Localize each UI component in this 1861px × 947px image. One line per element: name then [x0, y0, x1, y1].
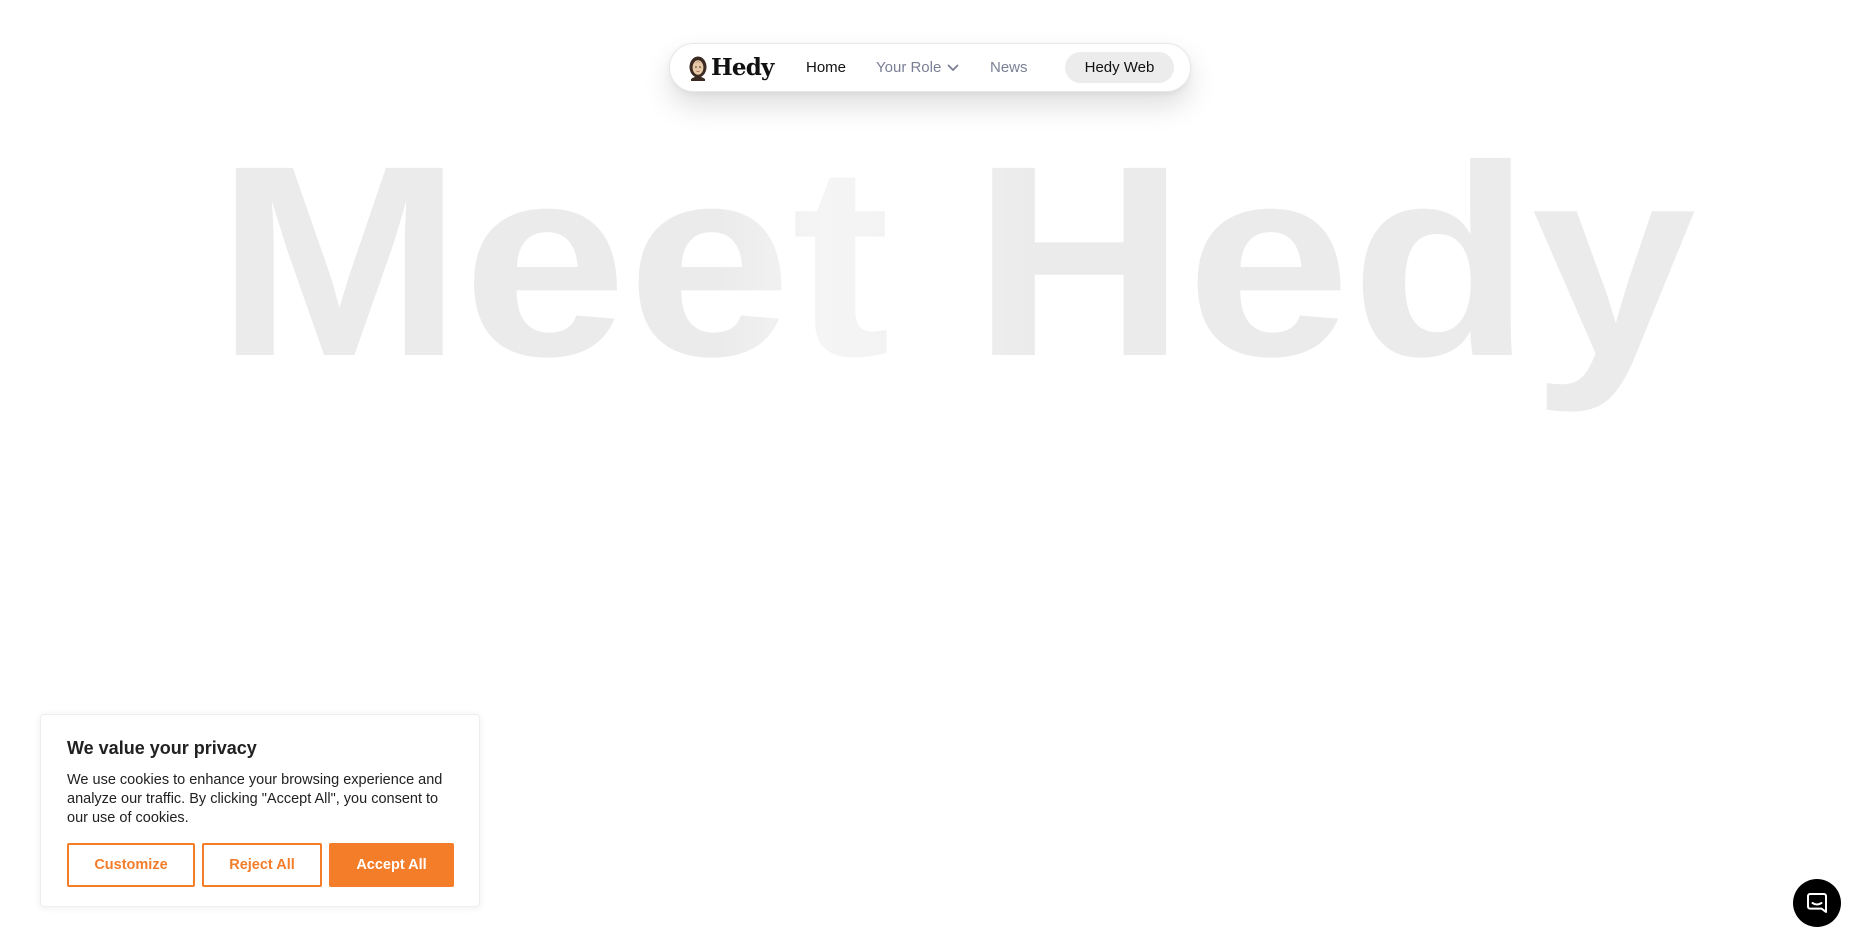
nav-link-news[interactable]: News — [990, 58, 1028, 78]
hero-heading: Meet Hedy — [216, 109, 1696, 415]
chevron-down-icon — [947, 64, 959, 71]
chat-launcher-button[interactable] — [1793, 879, 1841, 927]
cookie-consent-banner: We value your privacy We use cookies to … — [40, 714, 480, 907]
nav-link-your-role-label: Your Role — [876, 59, 942, 76]
hedy-web-button[interactable]: Hedy Web — [1065, 52, 1174, 83]
nav-link-home[interactable]: Home — [806, 58, 846, 78]
chat-icon — [1807, 893, 1827, 913]
nav-link-your-role[interactable]: Your Role — [876, 58, 959, 78]
top-navigation: Hedy Home Your Role News Hedy Web — [669, 43, 1191, 92]
hedy-portrait-icon — [689, 56, 707, 81]
page: Hedy Home Your Role News Hedy Web Meet H… — [0, 0, 1861, 947]
cookie-banner-text: We use cookies to enhance your browsing … — [67, 772, 443, 826]
reject-all-button[interactable]: Reject All — [202, 843, 322, 887]
cookie-banner-title: We value your privacy — [67, 738, 257, 758]
accept-all-button[interactable]: Accept All — [329, 843, 454, 887]
logo-text: Hedy — [711, 54, 774, 81]
logo[interactable]: Hedy — [688, 54, 774, 82]
customize-button[interactable]: Customize — [67, 843, 195, 887]
hero-heading-text: Meet Hedy — [216, 109, 1696, 415]
